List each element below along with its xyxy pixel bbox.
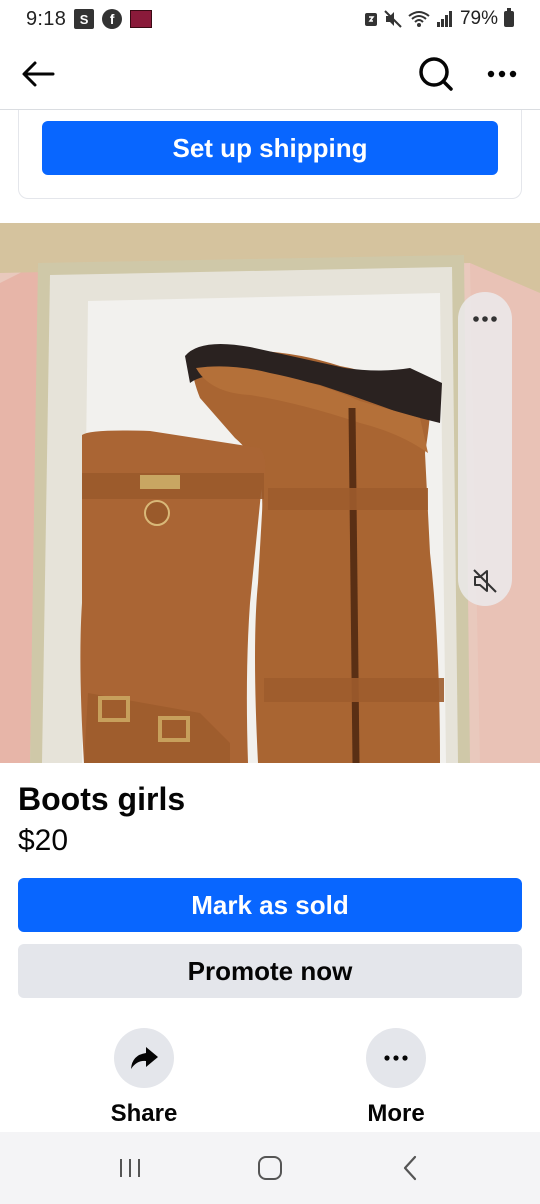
back-button[interactable] [18,54,58,94]
photo-more-button[interactable] [458,292,512,346]
more-label: More [367,1100,425,1127]
battery-percent: 79% [459,8,498,29]
share-arrow-icon [131,1047,158,1069]
status-bar: 9:18 S f 79% [0,0,540,38]
recent-apps-button[interactable] [100,1138,160,1198]
share-label: Share [110,1100,178,1127]
system-back-button[interactable] [380,1138,440,1198]
battery-saver-icon [364,13,377,26]
status-right: 79% [364,8,514,30]
home-icon [258,1156,282,1180]
speaker-muted-icon [473,569,497,593]
listing-price: $20 [18,824,69,857]
chevron-left-icon [403,1155,417,1181]
recent-apps-icon [120,1159,140,1177]
arrow-left-icon [22,61,55,86]
share-button[interactable] [114,1028,174,1088]
more-action[interactable]: More [336,1028,456,1128]
listing-title: Boots girls [18,781,186,817]
mute-icon [384,10,402,28]
facebook-notification-icon: f [102,9,123,29]
more-action-button[interactable] [366,1028,426,1088]
wifi-icon [408,11,430,27]
system-nav-bar [0,1132,540,1204]
set-up-shipping-button[interactable]: Set up shipping [42,121,498,175]
more-dots-icon [384,1055,408,1061]
home-button[interactable] [240,1138,300,1198]
photo-mute-button[interactable] [458,556,512,606]
kohls-notification-icon [130,10,153,28]
search-button[interactable] [414,52,458,96]
more-button[interactable] [482,54,522,94]
s-app-icon: S [74,9,95,29]
listing-photo[interactable] [0,223,540,763]
more-dots-icon [473,316,497,322]
search-icon [419,56,453,91]
battery-icon [504,8,514,27]
status-left: 9:18 S f [26,7,153,31]
top-nav [0,38,540,110]
status-time: 9:18 [26,7,67,30]
mark-as-sold-button[interactable]: Mark as sold [18,878,522,932]
more-dots-icon [487,70,517,77]
share-action[interactable]: Share [84,1028,204,1128]
signal-icon [436,11,452,27]
shipping-card: Set up shipping [18,110,522,199]
promote-now-button[interactable]: Promote now [18,944,522,998]
